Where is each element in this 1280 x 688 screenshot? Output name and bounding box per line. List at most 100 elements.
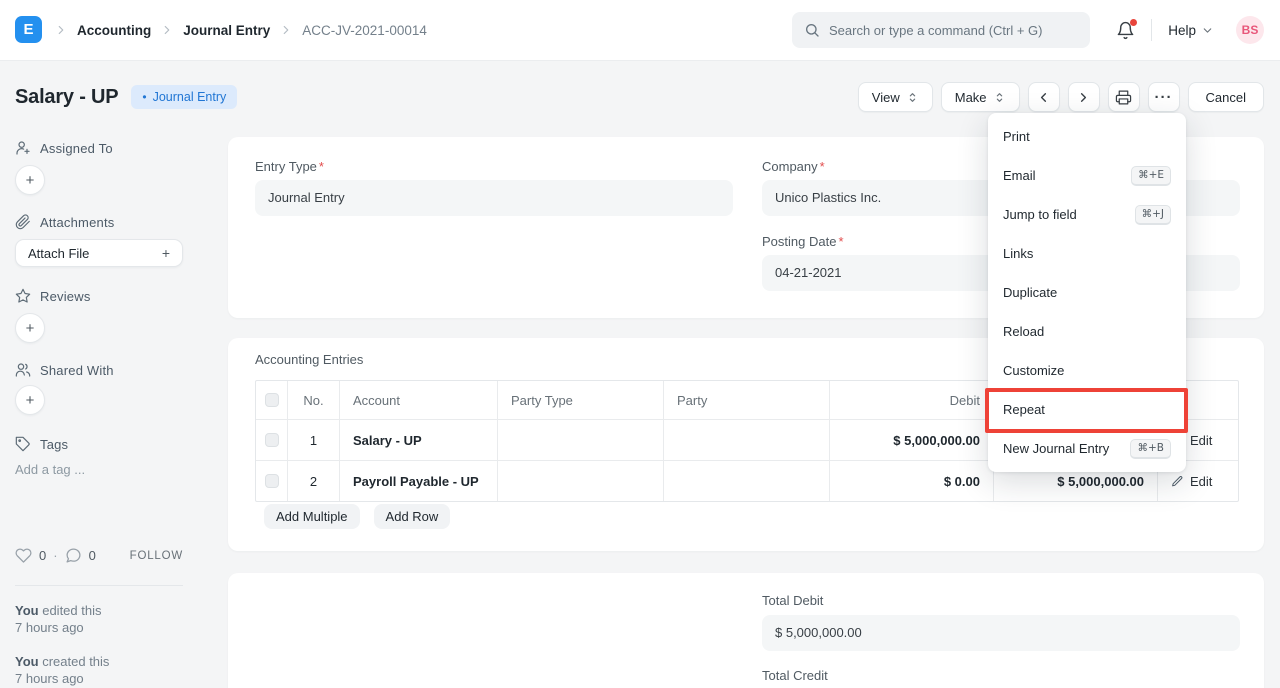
make-button[interactable]: Make bbox=[941, 82, 1020, 112]
assigned-to-label: Assigned To bbox=[40, 141, 113, 156]
follow-button[interactable]: FOLLOW bbox=[130, 550, 183, 562]
menu-item-reload[interactable]: Reload bbox=[988, 312, 1186, 351]
add-row-button[interactable]: Add Row bbox=[374, 504, 451, 529]
breadcrumb: Accounting Journal Entry ACC-JV-2021-000… bbox=[54, 0, 427, 60]
debit-cell[interactable]: $ 0.00 bbox=[830, 461, 994, 501]
chevron-left-icon bbox=[1036, 90, 1051, 105]
sidebar-divider bbox=[15, 585, 183, 586]
navbar: E Accounting Journal Entry ACC-JV-2021-0… bbox=[0, 0, 1280, 61]
activity-entry: You created this 7 hours ago bbox=[15, 653, 109, 687]
edit-label: Edit bbox=[1190, 474, 1212, 489]
badge-dot-icon: • bbox=[142, 90, 146, 104]
page-actions: View Make ··· Cancel bbox=[858, 82, 1264, 112]
previous-document-button[interactable] bbox=[1028, 82, 1060, 112]
activity-time: 7 hours ago bbox=[15, 671, 84, 686]
total-debit-label: Total Debit bbox=[762, 593, 823, 608]
shortcut-badge: ⌘+E bbox=[1131, 166, 1171, 186]
assigned-to-section: Assigned To bbox=[15, 140, 113, 156]
party-cell[interactable] bbox=[664, 461, 830, 501]
help-menu[interactable]: Help bbox=[1168, 23, 1214, 38]
menu-item-new-journal-entry[interactable]: New Journal Entry⌘+B bbox=[988, 429, 1186, 468]
notification-dot bbox=[1130, 19, 1137, 26]
menu-item-label: Customize bbox=[1003, 363, 1064, 378]
view-button[interactable]: View bbox=[858, 82, 933, 112]
entry-type-label: Entry Type* bbox=[255, 159, 324, 174]
reviews-label: Reviews bbox=[40, 289, 91, 304]
account-cell[interactable]: Payroll Payable - UP bbox=[340, 461, 498, 501]
pencil-icon bbox=[1171, 475, 1184, 488]
row-checkbox[interactable] bbox=[265, 474, 279, 488]
menu-item-jump-to-field[interactable]: Jump to field ⌘+J bbox=[988, 195, 1186, 234]
shared-with-label: Shared With bbox=[40, 363, 114, 378]
breadcrumb-journal-entry[interactable]: Journal Entry bbox=[183, 23, 270, 38]
app-logo[interactable]: E bbox=[15, 16, 42, 43]
comment-icon[interactable] bbox=[65, 547, 82, 564]
sidebar: Assigned To + Attachments Attach File + … bbox=[15, 140, 200, 688]
notifications-bell-icon[interactable] bbox=[1116, 21, 1135, 40]
view-button-label: View bbox=[872, 90, 900, 105]
page-title: Salary - UP bbox=[15, 86, 118, 109]
row-checkbox[interactable] bbox=[265, 433, 279, 447]
menu-item-customize[interactable]: Customize bbox=[988, 351, 1186, 390]
menu-item-label: Email bbox=[1003, 168, 1036, 183]
grid-footer-buttons: Add Multiple Add Row bbox=[264, 504, 450, 529]
col-account: Account bbox=[340, 381, 498, 419]
likes-count: 0 bbox=[39, 548, 46, 563]
shortcut-badge: ⌘+J bbox=[1135, 205, 1171, 225]
status-badge: • Journal Entry bbox=[131, 85, 237, 109]
menu-item-label: New Journal Entry bbox=[1003, 441, 1109, 456]
accounting-entries-label: Accounting Entries bbox=[255, 352, 363, 367]
activity-action: edited this bbox=[42, 603, 101, 618]
select-all-checkbox[interactable] bbox=[265, 393, 279, 407]
menu-item-print[interactable]: Print bbox=[988, 117, 1186, 156]
add-share-button[interactable]: + bbox=[15, 385, 45, 415]
menu-item-label: Jump to field bbox=[1003, 207, 1077, 222]
party-type-cell[interactable] bbox=[498, 420, 664, 460]
activity-entry: You edited this 7 hours ago bbox=[15, 602, 101, 636]
attachments-label: Attachments bbox=[40, 215, 114, 230]
chevron-right-icon bbox=[160, 23, 174, 37]
paperclip-icon bbox=[15, 214, 31, 230]
menu-item-duplicate[interactable]: Duplicate bbox=[988, 273, 1186, 312]
col-debit: Debit bbox=[830, 381, 994, 419]
activity-action: created this bbox=[42, 654, 109, 669]
row-number: 2 bbox=[288, 461, 340, 501]
add-multiple-button[interactable]: Add Multiple bbox=[264, 504, 360, 529]
entry-type-input[interactable]: Journal Entry bbox=[255, 180, 733, 216]
more-menu-button[interactable]: ··· bbox=[1148, 82, 1180, 112]
account-cell[interactable]: Salary - UP bbox=[340, 420, 498, 460]
totals-card: Total Debit $ 5,000,000.00 Total Credit bbox=[228, 573, 1264, 688]
select-arrows-icon bbox=[993, 91, 1006, 104]
debit-cell[interactable]: $ 5,000,000.00 bbox=[830, 420, 994, 460]
menu-item-repeat[interactable]: Repeat bbox=[988, 390, 1186, 429]
add-assignment-button[interactable]: + bbox=[15, 165, 45, 195]
page-head: Salary - UP • Journal Entry bbox=[15, 85, 237, 109]
cancel-button[interactable]: Cancel bbox=[1188, 82, 1264, 112]
shared-with-section: Shared With bbox=[15, 362, 114, 378]
edit-label: Edit bbox=[1190, 433, 1212, 448]
attach-file-button[interactable]: Attach File + bbox=[15, 239, 183, 267]
party-cell[interactable] bbox=[664, 420, 830, 460]
search-placeholder: Search or type a command (Ctrl + G) bbox=[829, 23, 1043, 38]
chevron-right-icon bbox=[279, 23, 293, 37]
activity-user: You bbox=[15, 603, 39, 618]
activity-time: 7 hours ago bbox=[15, 620, 84, 635]
heart-icon[interactable] bbox=[15, 547, 32, 564]
avatar[interactable]: BS bbox=[1236, 16, 1264, 44]
comments-count: 0 bbox=[89, 548, 96, 563]
user-plus-icon bbox=[15, 140, 31, 156]
menu-item-label: Print bbox=[1003, 129, 1030, 144]
add-review-button[interactable]: + bbox=[15, 313, 45, 343]
journal-entry-page: E Accounting Journal Entry ACC-JV-2021-0… bbox=[0, 0, 1280, 688]
add-tag-input[interactable]: Add a tag ... bbox=[15, 462, 85, 477]
menu-item-email[interactable]: Email ⌘+E bbox=[988, 156, 1186, 195]
print-button[interactable] bbox=[1108, 82, 1140, 112]
search-input[interactable]: Search or type a command (Ctrl + G) bbox=[792, 12, 1090, 48]
menu-item-links[interactable]: Links bbox=[988, 234, 1186, 273]
party-type-cell[interactable] bbox=[498, 461, 664, 501]
breadcrumb-accounting[interactable]: Accounting bbox=[77, 23, 151, 38]
navbar-divider bbox=[1151, 19, 1152, 41]
company-label: Company* bbox=[762, 159, 825, 174]
select-arrows-icon bbox=[906, 91, 919, 104]
next-document-button[interactable] bbox=[1068, 82, 1100, 112]
